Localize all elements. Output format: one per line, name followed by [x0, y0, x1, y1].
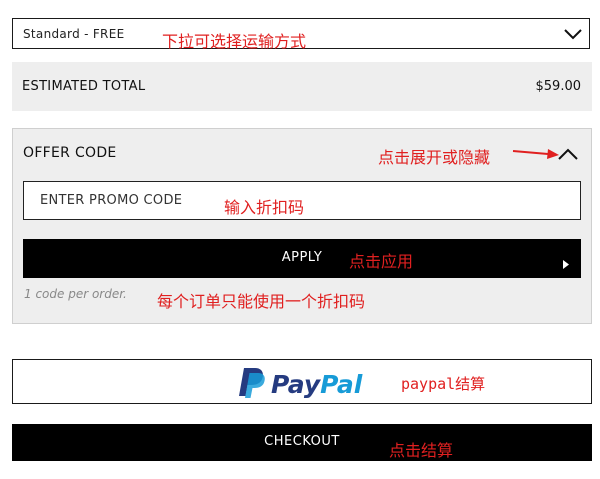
estimated-total-label: ESTIMATED TOTAL [22, 79, 146, 94]
annotation-per-order: 每个订单只能使用一个折扣码 [157, 292, 366, 311]
shipping-method-value: Standard - FREE [23, 27, 125, 41]
caret-right-icon [563, 254, 569, 273]
annotation-shipping: 下拉可选择运输方式 [162, 32, 307, 51]
checkout-button[interactable]: CHECKOUT [12, 424, 592, 461]
code-per-order-note: 1 code per order. [24, 287, 127, 301]
annotation-checkout: 点击结算 [389, 441, 454, 460]
chevron-down-icon[interactable] [563, 26, 583, 45]
annotation-apply: 点击应用 [349, 252, 414, 271]
estimated-total-bar: ESTIMATED TOTAL $59.00 [12, 62, 592, 111]
arrow-right-icon [512, 145, 560, 164]
apply-button-label: APPLY [281, 250, 323, 265]
paypal-button[interactable]: PayPal [12, 359, 592, 404]
annotation-toggle: 点击展开或隐藏 [378, 148, 491, 167]
annotation-promo-input: 输入折扣码 [224, 198, 305, 217]
estimated-total-value: $59.00 [535, 79, 582, 94]
apply-button[interactable]: APPLY [23, 239, 581, 278]
offer-code-title[interactable]: OFFER CODE [23, 145, 117, 161]
annotation-paypal: paypal结算 [401, 375, 486, 393]
paypal-logo-pay: Pay [271, 370, 321, 399]
checkout-button-label: CHECKOUT [264, 434, 340, 449]
paypal-logo-pal: Pal [320, 370, 363, 399]
